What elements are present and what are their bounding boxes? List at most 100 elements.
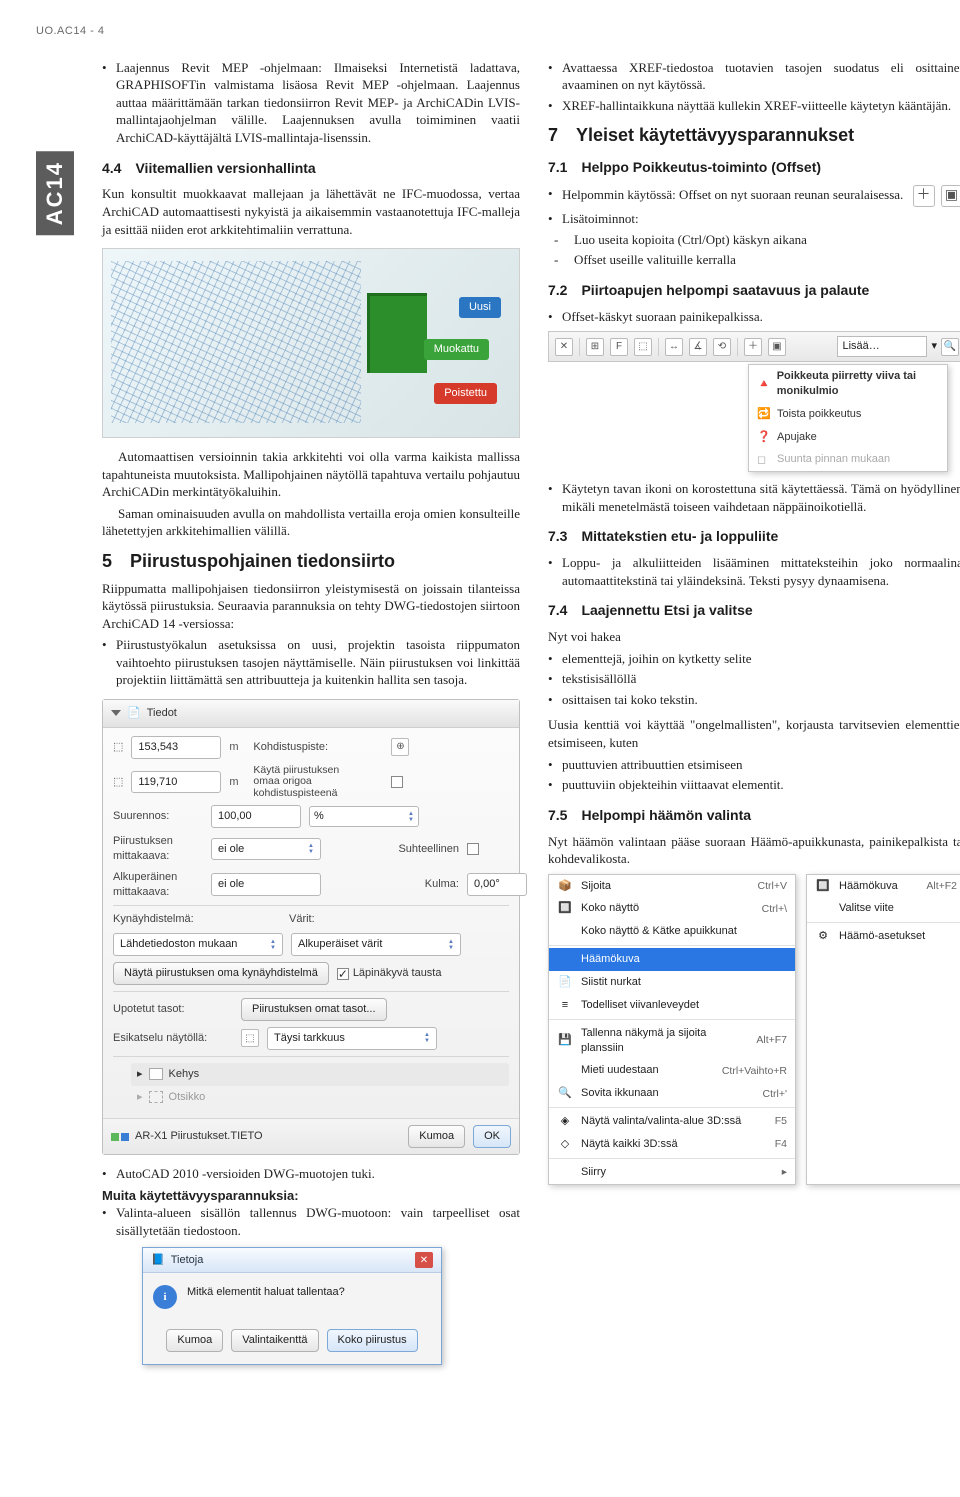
heading-4-4: 4.4 Viitemallien versionhallinta bbox=[102, 159, 520, 178]
toolbar-icon[interactable]: ⟲ bbox=[713, 338, 731, 356]
list-item-title[interactable]: ▸Otsikko bbox=[131, 1086, 509, 1109]
field-x[interactable]: 153,543 bbox=[131, 736, 221, 759]
menu-item[interactable]: ⚙Häämö-asetukset bbox=[807, 925, 960, 948]
preview-select[interactable]: Täysi tarkkuus▲▼ bbox=[267, 1027, 437, 1050]
menu-item-shortcut: ▸ bbox=[782, 1165, 787, 1179]
bullet: Piirustustyökalun asetuksissa on uusi, p… bbox=[102, 636, 520, 689]
paragraph: Uusia kenttiä voi käyttää "ongelmalliste… bbox=[548, 716, 960, 751]
dialog-message: Mitkä elementit haluat tallentaa? bbox=[187, 1285, 345, 1300]
menu-item[interactable]: ◈Näytä valinta/valinta-alue 3D:ssäF5 bbox=[549, 1110, 795, 1133]
penset-select[interactable]: Lähdetiedoston mukaan▲▼ bbox=[113, 933, 283, 956]
embedded-layers-button[interactable]: Piirustuksen omat tasot... bbox=[241, 998, 387, 1021]
menu-item-label: Todelliset viivanleveydet bbox=[581, 998, 779, 1013]
panel-title: Tiedot bbox=[147, 706, 177, 721]
zoom-unit-select[interactable]: %▲▼ bbox=[309, 806, 419, 827]
dialog-selection-button[interactable]: Valintaikenttä bbox=[231, 1329, 318, 1352]
label: Kohdistuspiste: bbox=[253, 740, 383, 755]
menu-item[interactable]: 💾Tallenna näkymä ja sijoita planssiinAlt… bbox=[549, 1022, 795, 1060]
side-tab: AC14 bbox=[36, 151, 74, 235]
toolbar-icon[interactable]: ✕ bbox=[555, 338, 573, 356]
bullet: elementtejä, joihin on kytketty selite bbox=[548, 650, 960, 668]
paragraph: Riippumatta mallipohjaisen tiedonsiirron… bbox=[102, 580, 520, 633]
heading-text: Piirustuspohjainen tiedonsiirto bbox=[130, 552, 395, 572]
checkbox-relative[interactable] bbox=[467, 843, 479, 855]
disclosure-icon[interactable] bbox=[111, 710, 121, 716]
checkbox-use-own-origin[interactable] bbox=[391, 776, 403, 788]
label: Kynäyhdistelmä: bbox=[113, 912, 233, 927]
toolbar-icon[interactable]: ▣ bbox=[768, 338, 786, 356]
menu-item-label: Sijoita bbox=[581, 879, 750, 894]
paragraph: Kun konsultit muokkaavat mallejaan ja lä… bbox=[102, 185, 520, 238]
toolbar-icon[interactable]: ∡ bbox=[689, 338, 707, 356]
menu-item[interactable]: Mieti uudestaanCtrl+Vaihto+R bbox=[549, 1059, 795, 1082]
list-item-frame[interactable]: ▸Kehys bbox=[131, 1063, 509, 1086]
popup-item[interactable]: ❓Apujake bbox=[749, 426, 947, 449]
update-icon[interactable] bbox=[111, 1133, 129, 1141]
figure-3d-comparison: Uusi Muokattu Poistettu bbox=[102, 248, 520, 438]
menu-item[interactable]: 🔍Sovita ikkunaanCtrl+' bbox=[549, 1082, 795, 1105]
menu-item[interactable]: Häämökuva bbox=[549, 948, 795, 971]
field-zoom[interactable]: 100,00 bbox=[211, 805, 301, 828]
menu-item[interactable]: ≡Todelliset viivanleveydet bbox=[549, 994, 795, 1017]
menu-item[interactable]: Koko näyttö & Kätke apuikkunat bbox=[549, 920, 795, 943]
heading-number: 7.2 bbox=[548, 281, 567, 300]
badge-muokattu: Muokattu bbox=[424, 339, 489, 360]
bullet: Laajennus Revit MEP -ohjelmaan: Ilmaisek… bbox=[102, 59, 520, 147]
menu-item-icon bbox=[557, 1165, 573, 1179]
menu-item[interactable]: Siirry▸ bbox=[549, 1161, 795, 1184]
heading-7-3: 7.3 Mittatekstien etu- ja loppuliite bbox=[548, 527, 960, 546]
checkbox-transparent-bg[interactable]: Läpinäkyvä tausta bbox=[337, 966, 442, 981]
paragraph: Saman ominaisuuden avulla on mahdollista… bbox=[102, 505, 520, 540]
drawing-scale-select[interactable]: ei ole▲▼ bbox=[211, 838, 321, 861]
heading-text: Laajennettu Etsi ja valitse bbox=[581, 601, 752, 620]
dialog-cancel-button[interactable]: Kumoa bbox=[166, 1329, 223, 1352]
toolbar-icon[interactable]: ⊞ bbox=[586, 338, 604, 356]
menu-item[interactable]: 📦SijoitaCtrl+V bbox=[549, 875, 795, 898]
bullet: Helpommin käytössä: Offset on nyt suoraa… bbox=[548, 185, 960, 207]
menu-item-icon: ⚙ bbox=[815, 930, 831, 944]
menu-item[interactable]: Valitse viite bbox=[807, 897, 960, 920]
close-icon[interactable]: ✕ bbox=[415, 1252, 433, 1268]
menu-item[interactable]: 🔲Koko näyttöCtrl+\ bbox=[549, 897, 795, 920]
toolbar-search[interactable]: Lisää… ▾ 🔍 bbox=[837, 336, 959, 357]
menu-item-label: Häämökuva bbox=[581, 952, 779, 967]
heading-5: 5 Piirustuspohjainen tiedonsiirto bbox=[102, 552, 520, 572]
original-scale-select[interactable]: ei ole bbox=[211, 873, 321, 896]
menu-item-shortcut: Ctrl+\ bbox=[762, 902, 787, 916]
bullet: XREF-hallintaikkuna näyttää kullekin XRE… bbox=[548, 97, 960, 115]
field-y[interactable]: 119,710 bbox=[131, 771, 221, 794]
badge-uusi: Uusi bbox=[459, 297, 501, 318]
popup-item[interactable]: 🔺Poikkeuta piirretty viiva tai monikulmi… bbox=[749, 365, 947, 403]
bullet: Offset-käskyt suoraan painikepalkissa. bbox=[548, 308, 960, 326]
heading-7-5: 7.5 Helpompi häämön valinta bbox=[548, 806, 960, 825]
toolbar-icon[interactable]: ↔ bbox=[665, 338, 683, 356]
subsection-label: Muita käytettävyysparannuksia: bbox=[102, 1187, 520, 1205]
cancel-button[interactable]: Kumoa bbox=[408, 1125, 465, 1148]
paragraph: Automaattisen versioinnin takia arkkiteh… bbox=[102, 448, 520, 501]
show-penset-button[interactable]: Näytä piirustuksen oma kynäyhdistelmä bbox=[113, 962, 329, 985]
offset-tool-icon: ▣ bbox=[941, 185, 960, 207]
toolbar-icon[interactable]: ⬚ bbox=[634, 338, 652, 356]
search-icon[interactable]: 🔍 bbox=[941, 338, 959, 356]
heading-number: 7.5 bbox=[548, 806, 567, 825]
preview-icon[interactable]: ⬚ bbox=[241, 1029, 259, 1047]
toolbar-dropdown-popup: 🔺Poikkeuta piirretty viiva tai monikulmi… bbox=[748, 364, 948, 472]
menu-item-icon: ◈ bbox=[557, 1115, 573, 1129]
menu-item-icon: 🔍 bbox=[557, 1087, 573, 1101]
popup-item[interactable]: 🔁Toista poikkeutus bbox=[749, 403, 947, 426]
toolbar-icon[interactable]: F bbox=[610, 338, 628, 356]
menu-item[interactable]: 📄Siistit nurkat bbox=[549, 971, 795, 994]
ok-button[interactable]: OK bbox=[473, 1125, 511, 1148]
toolbar-icon[interactable]: ＋ bbox=[744, 338, 762, 356]
menu-item[interactable]: 🔲HäämökuvaAlt+F2 bbox=[807, 875, 960, 898]
dialog-whole-drawing-button[interactable]: Koko piirustus bbox=[327, 1329, 418, 1352]
page-header: UO.AC14 - 4 bbox=[36, 24, 924, 39]
colors-select[interactable]: Alkuperäiset värit▲▼ bbox=[291, 933, 461, 956]
dialog-icon: 📘 bbox=[151, 1253, 165, 1268]
heading-7-4: 7.4 Laajennettu Etsi ja valitse bbox=[548, 601, 960, 620]
target-point-icon[interactable]: ⊕ bbox=[391, 738, 409, 756]
menu-item-label: Mieti uudestaan bbox=[581, 1063, 714, 1078]
field-angle[interactable]: 0,00° bbox=[467, 873, 527, 896]
menu-item[interactable]: ◇Näytä kaikki 3D:ssäF4 bbox=[549, 1133, 795, 1156]
coord-icon: ⬚ bbox=[113, 775, 123, 790]
